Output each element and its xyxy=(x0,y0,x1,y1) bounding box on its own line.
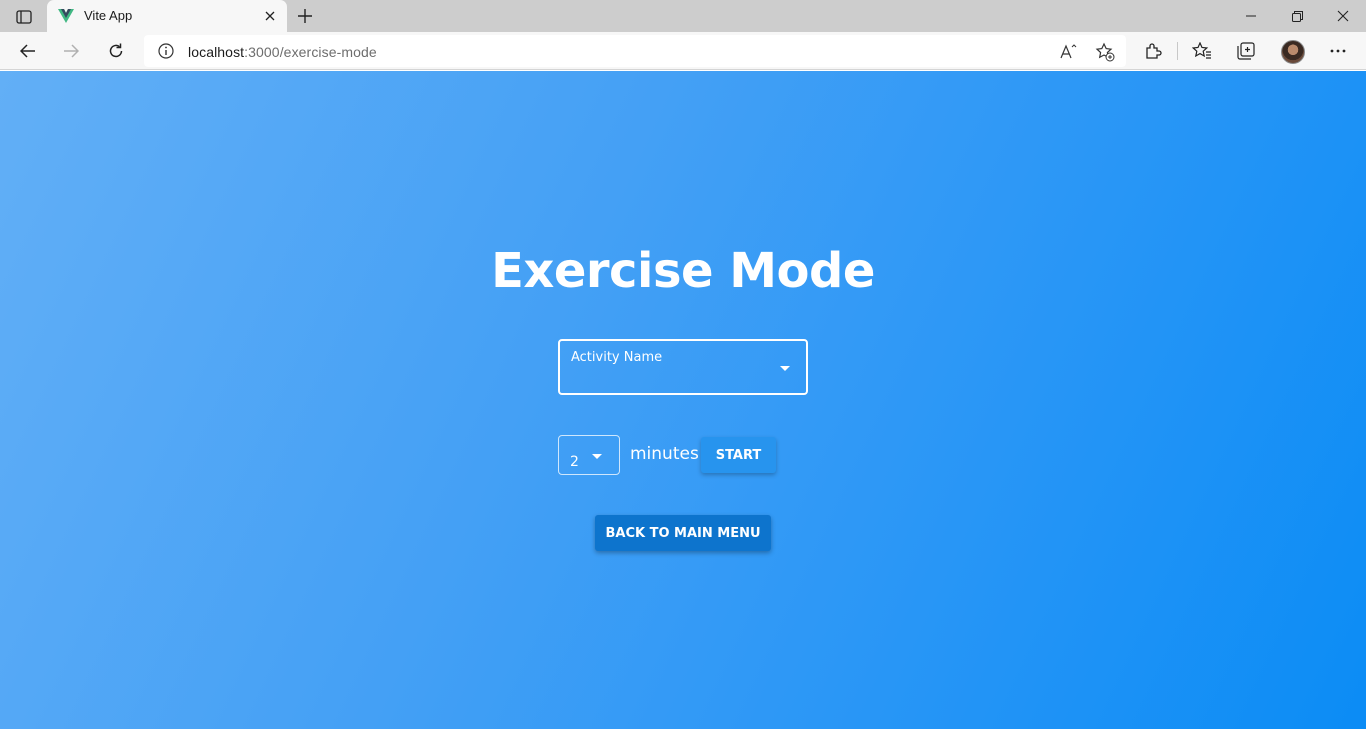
minimize-icon[interactable] xyxy=(1228,0,1274,32)
tab-actions-icon[interactable] xyxy=(8,6,40,28)
info-icon[interactable] xyxy=(157,42,175,60)
minutes-label: minutes xyxy=(630,444,699,464)
activity-name-select[interactable]: Activity Name xyxy=(558,339,808,395)
back-arrow-icon[interactable] xyxy=(12,35,44,67)
url-text[interactable]: localhost:3000/exercise-mode xyxy=(188,44,377,60)
vite-favicon-icon xyxy=(58,9,74,23)
close-window-icon[interactable] xyxy=(1320,0,1366,32)
activity-name-label: Activity Name xyxy=(571,350,663,365)
browser-toolbar: localhost:3000/exercise-mode xyxy=(0,32,1366,70)
plus-icon[interactable] xyxy=(292,5,318,27)
chevron-down-icon xyxy=(780,366,790,371)
tab-title: Vite App xyxy=(84,8,133,23)
chevron-down-icon xyxy=(592,454,602,459)
read-aloud-icon[interactable] xyxy=(1058,41,1080,63)
profile-avatar[interactable] xyxy=(1281,40,1305,64)
reload-icon[interactable] xyxy=(100,35,132,67)
restore-icon[interactable] xyxy=(1274,0,1320,32)
address-bar[interactable]: localhost:3000/exercise-mode xyxy=(144,35,1126,67)
url-path: :3000/exercise-mode xyxy=(244,44,377,60)
start-button[interactable]: START xyxy=(701,437,776,473)
add-favorite-icon[interactable] xyxy=(1094,41,1116,63)
extensions-icon[interactable] xyxy=(1138,36,1168,66)
page-title: Exercise Mode xyxy=(491,243,875,299)
browser-tab-bar: Vite App xyxy=(0,0,1366,32)
close-icon[interactable] xyxy=(261,7,279,25)
toolbar-divider xyxy=(1177,42,1178,60)
url-host: localhost xyxy=(188,44,245,60)
minutes-select[interactable]: 2 xyxy=(558,435,620,475)
exercise-mode-page: Exercise Mode Activity Name 2 minutes ST… xyxy=(0,71,1366,729)
minutes-value: 2 xyxy=(570,454,579,470)
browser-tab[interactable]: Vite App xyxy=(47,0,287,32)
back-to-main-menu-button[interactable]: BACK TO MAIN MENU xyxy=(595,515,771,551)
forward-arrow-icon[interactable] xyxy=(55,35,87,67)
favorites-icon[interactable] xyxy=(1187,36,1217,66)
more-icon[interactable] xyxy=(1323,36,1353,66)
collections-icon[interactable] xyxy=(1231,36,1261,66)
